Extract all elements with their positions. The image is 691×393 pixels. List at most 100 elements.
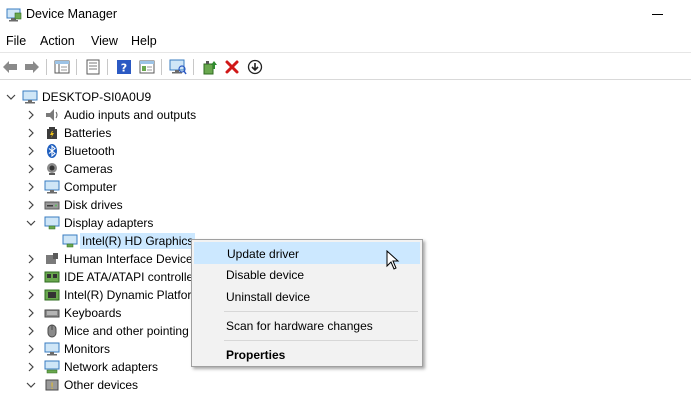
minimize-button[interactable] <box>652 14 663 15</box>
computer-icon <box>44 180 60 194</box>
toolbar: ? <box>0 52 691 80</box>
tree-item-audio[interactable]: Audio inputs and outputs <box>26 106 196 124</box>
chevron-right-icon[interactable] <box>26 182 36 192</box>
ctx-item-label: Uninstall device <box>226 290 311 304</box>
ctx-item-label: Properties <box>226 348 286 362</box>
speaker-icon <box>46 109 58 121</box>
toolbar-separator <box>107 59 108 75</box>
tree-item-label: Keyboards <box>64 306 122 320</box>
network-icon <box>44 360 60 374</box>
chevron-right-icon[interactable] <box>26 290 36 300</box>
back-icon[interactable] <box>0 57 20 77</box>
tree-item-cameras[interactable]: Cameras <box>26 160 113 178</box>
tree-item-label: Human Interface Device <box>64 252 193 266</box>
ide-icon <box>44 271 60 283</box>
view-icon[interactable] <box>137 57 157 77</box>
ctx-item-label: Disable device <box>226 268 305 282</box>
tree-item-label: Computer <box>64 180 117 194</box>
tree-item-label: Mice and other pointing <box>64 324 189 338</box>
chevron-right-icon[interactable] <box>26 200 36 210</box>
ctx-separator <box>224 340 418 341</box>
tree-item-display-adapters[interactable]: Display adapters <box>26 214 153 232</box>
tree-item-batteries[interactable]: Batteries <box>26 124 111 142</box>
menu-bar: File Action View Help <box>0 30 691 52</box>
tree-item-label: IDE ATA/ATAPI controlle <box>64 270 194 284</box>
chevron-down-icon[interactable] <box>26 218 36 228</box>
window-title: Device Manager <box>26 7 118 21</box>
tree-item-keyboards[interactable]: Keyboards <box>26 304 121 322</box>
tree-item-label: Intel(R) Dynamic Platfor <box>64 288 192 302</box>
scan-hardware-icon[interactable] <box>168 57 188 77</box>
tree-item-ide[interactable]: IDE ATA/ATAPI controlle <box>26 268 193 286</box>
chevron-right-icon[interactable] <box>26 254 36 264</box>
svg-text:?: ? <box>121 62 127 75</box>
chevron-right-icon[interactable] <box>26 362 36 372</box>
display-adapter-icon <box>44 216 60 230</box>
menu-action[interactable]: Action <box>40 33 75 49</box>
device-manager-app-icon <box>6 8 22 22</box>
mouse-icon <box>47 324 57 338</box>
other-devices-icon: ! <box>45 379 59 392</box>
ctx-uninstall-device[interactable]: Uninstall device <box>194 286 420 308</box>
tree-item-network[interactable]: Network adapters <box>26 358 158 376</box>
chevron-right-icon[interactable] <box>26 344 36 354</box>
tree-item-label: Batteries <box>64 126 112 140</box>
tree-item-label: Display adapters <box>64 216 154 230</box>
menu-view[interactable]: View <box>91 33 118 49</box>
computer-icon <box>22 90 38 104</box>
monitor-icon <box>44 342 60 356</box>
chevron-right-icon[interactable] <box>26 128 36 138</box>
chevron-right-icon[interactable] <box>26 110 36 120</box>
tree-item-intel-dynamic[interactable]: Intel(R) Dynamic Platfor <box>26 286 191 304</box>
chevron-right-icon[interactable] <box>26 146 36 156</box>
tree-item-bluetooth[interactable]: Bluetooth <box>26 142 115 160</box>
tree-item-mice[interactable]: Mice and other pointing <box>26 322 189 340</box>
svg-text:!: ! <box>50 382 54 392</box>
bluetooth-icon <box>47 144 57 158</box>
mouse-cursor-icon <box>386 250 400 270</box>
tree-item-monitors[interactable]: Monitors <box>26 340 110 358</box>
tree-root[interactable]: DESKTOP-SI0A0U9 <box>6 88 151 106</box>
tree-item-label: Network adapters <box>64 360 159 374</box>
battery-icon <box>47 127 57 139</box>
tree-item-other-devices[interactable]: ! Other devices <box>26 376 138 393</box>
menu-help[interactable]: Help <box>131 33 157 49</box>
ctx-scan-hardware[interactable]: Scan for hardware changes <box>194 315 420 337</box>
ctx-item-label: Update driver <box>227 247 300 261</box>
chevron-right-icon[interactable] <box>26 308 36 318</box>
tree-root-label: DESKTOP-SI0A0U9 <box>42 90 152 104</box>
hid-icon <box>46 253 58 264</box>
tree-item-computer[interactable]: Computer <box>26 178 117 196</box>
tree-item-label: Cameras <box>64 162 113 176</box>
tree-item-intel-hd-graphics[interactable]: Intel(R) HD Graphics <box>62 232 196 250</box>
disk-icon <box>44 201 60 210</box>
tree-item-hid[interactable]: Human Interface Device <box>26 250 193 268</box>
show-hide-console-tree-icon[interactable] <box>52 57 72 77</box>
toolbar-separator <box>161 59 162 75</box>
chevron-right-icon[interactable] <box>26 164 36 174</box>
tree-item-label: Disk drives <box>64 198 123 212</box>
chevron-down-icon[interactable] <box>26 380 36 390</box>
camera-icon <box>47 163 57 175</box>
ctx-item-label: Scan for hardware changes <box>226 319 373 333</box>
update-driver-icon[interactable] <box>200 57 220 77</box>
chevron-right-icon[interactable] <box>26 272 36 282</box>
toolbar-separator <box>46 59 47 75</box>
tree-item-disk-drives[interactable]: Disk drives <box>26 196 123 214</box>
tree-item-label: Audio inputs and outputs <box>64 108 197 122</box>
forward-icon[interactable] <box>22 57 42 77</box>
ctx-properties[interactable]: Properties <box>194 344 420 366</box>
title-bar: Device Manager <box>0 0 691 30</box>
uninstall-icon[interactable] <box>222 57 242 77</box>
tree-item-label: Intel(R) HD Graphics <box>80 233 196 249</box>
menu-file[interactable]: File <box>6 33 26 49</box>
chevron-down-icon[interactable] <box>6 92 16 102</box>
properties-icon[interactable] <box>83 57 103 77</box>
help-icon[interactable]: ? <box>114 57 134 77</box>
toolbar-separator <box>76 59 77 75</box>
display-adapter-icon <box>62 234 78 248</box>
chevron-right-icon[interactable] <box>26 326 36 336</box>
chip-icon <box>44 289 60 301</box>
toolbar-separator <box>193 59 194 75</box>
disable-icon[interactable] <box>245 57 265 77</box>
